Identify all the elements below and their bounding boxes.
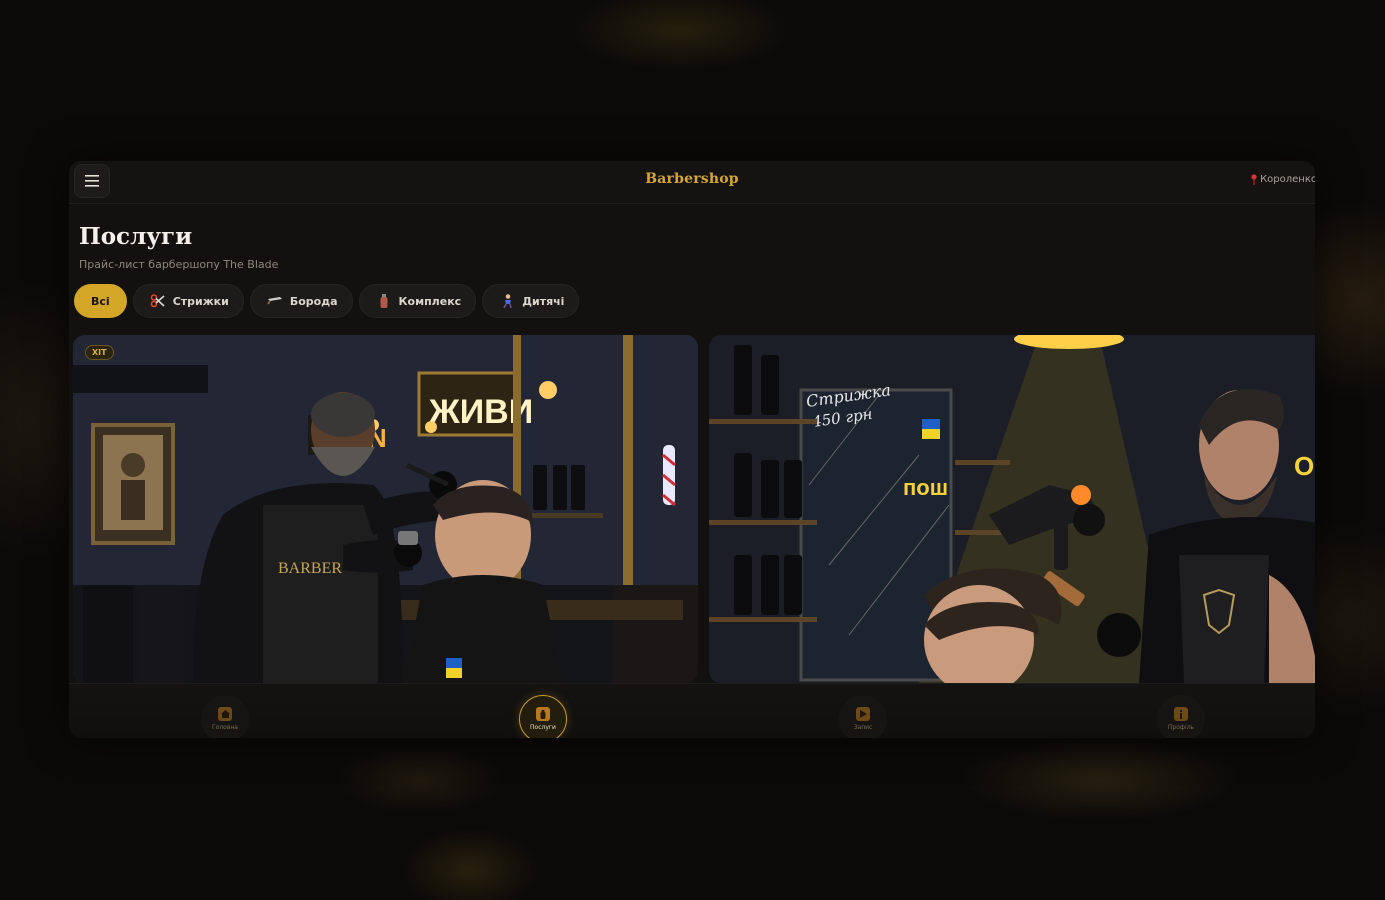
page-title: Послуги [79,223,193,250]
service-card[interactable]: Стрижка 450 грн пош OP [709,335,1315,683]
bottle-icon [380,294,388,308]
info-icon [1174,707,1188,721]
filter-chip-haircuts[interactable]: Стрижки [132,284,244,318]
page-subtitle: Прайс-лист барбершопу The Blade [79,258,279,271]
nav-label: Запис [853,724,873,731]
filter-chip-label: Дитячі [522,294,565,308]
service-photo: Стрижка 450 грн пош OP [709,335,1315,683]
play-icon [856,707,870,721]
service-cards: OPEN ЖИВИ BAR [73,335,1315,683]
location-label: Короленко [1260,174,1315,185]
nav-label: Головна [212,724,238,731]
apron-barber-text: BARBER [278,560,342,577]
nav-item-booking[interactable]: Запис [839,695,887,738]
filter-chip-beard[interactable]: Борода [249,284,353,318]
scissors-icon [150,294,165,308]
filter-chip-combo[interactable]: Комплекс [358,284,477,318]
hit-badge: ХІТ [85,345,114,360]
nav-item-home[interactable]: Головна [201,695,249,738]
filter-chip-label: Борода [289,294,338,308]
filter-chip-all[interactable]: Всі [74,284,127,318]
filter-chips: Всі Стрижки Борода Комплекс Дитячі [74,284,580,318]
location-selector[interactable]: Короленко [1251,174,1315,185]
razor-icon [267,297,282,305]
app-window: Barbershop Короленко Послуги Прайс-лист … [69,161,1315,738]
filter-chip-label: Всі [91,294,110,308]
filter-chip-label: Стрижки [172,294,229,308]
service-photo: OPEN ЖИВИ BAR [73,335,698,683]
top-bar: Barbershop Короленко [69,161,1315,204]
brand-title: Barbershop [645,171,739,187]
child-icon [503,294,512,309]
bottom-nav: Головна Послуги Запис Профіль [69,683,1315,738]
home-icon [218,707,232,721]
nav-item-services[interactable]: Послуги [519,695,567,738]
nav-label: Профіль [1167,724,1195,731]
service-card[interactable]: OPEN ЖИВИ BAR [73,335,698,683]
neon-sign-text: пош [903,475,948,500]
nav-item-profile[interactable]: Профіль [1157,695,1205,738]
services-icon [536,707,550,721]
filter-chip-label: Комплекс [398,294,462,308]
filter-chip-kids[interactable]: Дитячі [482,284,580,318]
pin-icon [1251,174,1257,185]
neon-sign-edge-text: OP [1294,451,1315,481]
nav-label: Послуги [530,724,556,731]
